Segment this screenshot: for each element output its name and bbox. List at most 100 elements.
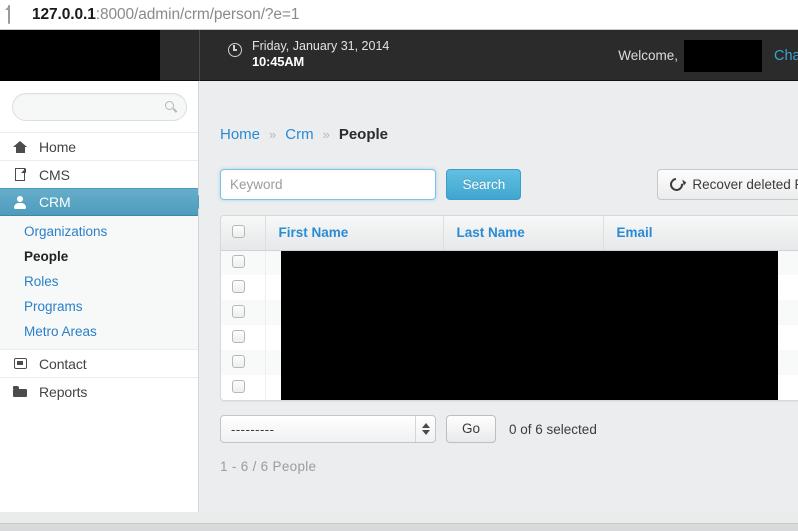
recover-deleted-label: Recover deleted Peop [692, 177, 798, 192]
keyword-input[interactable] [220, 169, 436, 200]
row-checkbox-cell[interactable] [221, 275, 266, 300]
checkbox-icon[interactable] [232, 329, 245, 343]
url-host: 127.0.0.1 [32, 5, 96, 23]
sidebar-subitem-label: Programs [24, 299, 83, 314]
sidebar-subitem-metro-areas[interactable]: Metro Areas [0, 319, 198, 344]
checkbox-icon[interactable] [232, 224, 245, 238]
url-text: 127.0.0.1:8000/admin/crm/person/?e=1 [32, 5, 300, 24]
row-checkbox-cell[interactable] [221, 300, 266, 325]
sidebar: Home CMS CRM Organizations People Roles … [0, 81, 206, 512]
sidebar-subitem-roles[interactable]: Roles [0, 269, 198, 294]
row-checkbox-cell[interactable] [221, 250, 266, 275]
cell-first-name [265, 350, 444, 375]
checkbox-icon[interactable] [232, 354, 245, 368]
sidebar-subitem-label: People [24, 249, 69, 264]
row-checkbox-cell[interactable] [221, 375, 266, 400]
header-date: Friday, January 31, 2014 [252, 39, 390, 53]
sidebar-subitem-label: Organizations [24, 224, 108, 239]
table-head: First Name Last Name Email [221, 216, 798, 251]
go-button[interactable]: Go [446, 415, 497, 443]
table-row[interactable] [221, 275, 798, 300]
top-header-bar: Friday, January 31, 2014 10:45AM Welcome… [0, 30, 798, 81]
breadcrumb-crm[interactable]: Crm [285, 126, 313, 143]
sidebar-subitem-programs[interactable]: Programs [0, 294, 198, 319]
cell-last-name [443, 275, 604, 300]
checkbox-icon[interactable] [232, 379, 245, 393]
column-header-first-name[interactable]: First Name [265, 216, 444, 251]
search-toolbar: Search [220, 169, 522, 200]
pagination-info: 1 - 6 / 6 People [220, 459, 317, 474]
cell-first-name [265, 250, 444, 275]
sidebar-item-reports[interactable]: Reports [0, 377, 198, 405]
breadcrumb-current: People [338, 126, 388, 143]
table-header-row: First Name Last Name Email [221, 216, 798, 251]
column-header-last-name[interactable]: Last Name [443, 216, 604, 251]
cell-email [603, 300, 798, 325]
recover-deleted-button[interactable]: Recover deleted Peop [657, 169, 798, 200]
bulk-action-value: --------- [231, 421, 275, 437]
sidebar-search-box[interactable] [12, 93, 187, 121]
breadcrumb-separator: » [322, 127, 330, 142]
table-body [221, 250, 798, 400]
home-icon [12, 140, 28, 153]
sidebar-subitem-label: Roles [24, 274, 59, 289]
sidebar-item-label: Home [39, 138, 76, 155]
bulk-action-select[interactable]: --------- [220, 415, 436, 443]
page-viewport: Friday, January 31, 2014 10:45AM Welcome… [0, 30, 798, 531]
chevron-up-icon [421, 423, 430, 428]
folder-icon [12, 386, 28, 397]
browser-url-bar[interactable]: 127.0.0.1:8000/admin/crm/person/?e=1 [0, 0, 798, 30]
breadcrumb-home[interactable]: Home [220, 126, 260, 143]
table-row[interactable] [221, 300, 798, 325]
sidebar-subitem-organizations[interactable]: Organizations [0, 219, 198, 244]
sidebar-item-crm[interactable]: CRM [0, 188, 206, 216]
sidebar-subnav: Organizations People Roles Programs Metr… [0, 216, 198, 349]
sidebar-item-label: CMS [39, 166, 70, 183]
table-row[interactable] [221, 375, 798, 400]
cell-first-name [265, 375, 444, 400]
main-content: Home » Crm » People Search Recover delet… [199, 81, 798, 531]
stepper-arrows-icon[interactable] [415, 416, 435, 442]
row-checkbox-cell[interactable] [221, 325, 266, 350]
row-checkbox-cell[interactable] [221, 350, 266, 375]
site-logo[interactable] [0, 30, 160, 81]
cell-email [603, 325, 798, 350]
sidebar-item-contact[interactable]: Contact [0, 349, 198, 377]
cell-last-name [443, 375, 604, 400]
cell-last-name [443, 325, 604, 350]
header-user-area: Welcome, Cha [618, 30, 798, 81]
cell-first-name [265, 300, 444, 325]
page-icon [8, 4, 23, 24]
sidebar-search-input[interactable] [13, 94, 161, 120]
breadcrumb-separator: » [269, 127, 277, 142]
cell-last-name [443, 300, 604, 325]
checkbox-icon[interactable] [232, 279, 245, 293]
table-row[interactable] [221, 250, 798, 275]
footer-gray-strip [0, 523, 798, 531]
select-all-header[interactable] [221, 216, 266, 251]
sidebar-item-home[interactable]: Home [0, 132, 198, 160]
table-row[interactable] [221, 325, 798, 350]
chevron-down-icon [421, 430, 430, 435]
column-header-email[interactable]: Email [603, 216, 798, 251]
sidebar-item-label: Reports [39, 383, 88, 400]
sidebar-item-cms[interactable]: CMS [0, 160, 198, 188]
sidebar-item-label: Contact [39, 355, 87, 372]
sidebar-subitem-label: Metro Areas [24, 324, 97, 339]
search-button[interactable]: Search [446, 169, 522, 200]
cell-email [603, 250, 798, 275]
cell-email [603, 350, 798, 375]
cell-first-name [265, 275, 444, 300]
cell-last-name [443, 250, 604, 275]
checkbox-icon[interactable] [232, 304, 245, 318]
header-time: 10:45AM [252, 54, 305, 69]
sidebar-subitem-people[interactable]: People [0, 244, 198, 269]
footer-light-strip [0, 512, 798, 523]
change-password-link[interactable]: Cha [774, 48, 798, 64]
checkbox-icon[interactable] [232, 254, 245, 268]
cell-first-name [265, 325, 444, 350]
selected-count-label: 0 of 6 selected [509, 421, 597, 437]
table-row[interactable] [221, 350, 798, 375]
person-icon [12, 195, 28, 209]
people-table: First Name Last Name Email [221, 216, 798, 400]
